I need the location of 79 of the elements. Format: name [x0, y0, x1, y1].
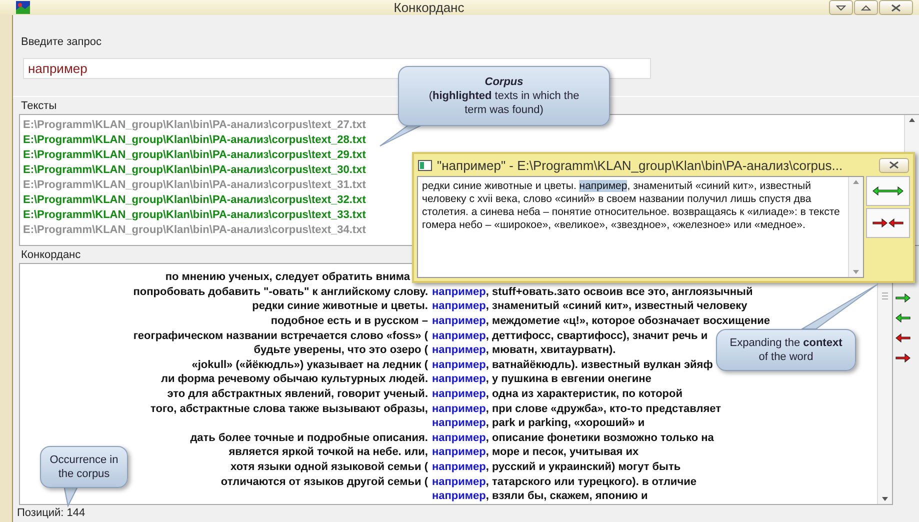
context-left: «jokull» («йёкюдль») указывает на ледник ( — [192, 358, 429, 371]
status-text: Позиций: 144 — [16, 506, 86, 520]
context-right: , ватнайёкюдль). известный вулкан эйяф — [486, 358, 713, 371]
maximize-button[interactable] — [854, 0, 878, 15]
context-right: , мюватн, хвитаурватн). — [486, 344, 616, 356]
context-left: ли форма речевому обычаю культурных людей. — [160, 373, 429, 386]
keyword[interactable]: например — [432, 388, 486, 400]
callout-text: (highlighted texts in which the term was found) — [428, 89, 580, 117]
close-button[interactable] — [879, 158, 909, 172]
keyword[interactable]: например — [432, 315, 486, 328]
keyword[interactable]: например — [432, 490, 486, 502]
arrow-right-icon — [895, 293, 911, 303]
context-right: , stuff+овать.зато освоив все это, англоязычный — [486, 286, 753, 298]
context-left: попробовать добавить "-овать" к английскому слову. — [133, 286, 429, 298]
context-left: географическом названии встречается слово «foss» ( — [133, 330, 429, 342]
context-left: дать более точные и подробные описания. — [190, 432, 429, 444]
minimize-icon — [836, 4, 846, 10]
context-left: редки синие животные и цветы. — [252, 300, 429, 312]
keyword[interactable]: например — [432, 417, 486, 430]
arrow-left-icon — [895, 333, 911, 343]
scrollbar[interactable] — [848, 177, 863, 277]
keyword[interactable]: например — [432, 373, 486, 386]
context-left: того, абстрактные слова также вызывают образы, — [150, 402, 429, 415]
context-right: , море и песок, учитывая их — [486, 446, 639, 458]
keyword[interactable]: например — [432, 300, 486, 312]
maximize-icon — [861, 4, 871, 10]
expand-arrows-icon — [872, 186, 904, 196]
close-button[interactable] — [879, 0, 913, 15]
keyword[interactable]: например — [432, 432, 486, 444]
text-file-item[interactable]: E:\Programm\KLAN_group\Klan\bin\PA-анализ\corpus\text_33.txt — [23, 208, 366, 223]
query-label: Введите запрос — [20, 35, 102, 50]
text-file-item[interactable]: E:\Programm\KLAN_group\Klan\bin\PA-анализ\corpus\text_32.txt — [23, 193, 366, 208]
callout-text: Expanding the context of the word — [728, 336, 844, 364]
close-icon — [889, 161, 899, 169]
context-left: отличаются от языков другой семьи ( — [220, 476, 429, 488]
context-left: является яркой точкой на небе. или, — [228, 446, 429, 458]
keyword[interactable]: например — [432, 476, 486, 488]
text-file-item[interactable]: E:\Programm\KLAN_group\Klan\bin\PA-анализ\corpus\text_28.txt — [23, 133, 366, 148]
keyword[interactable]: например — [432, 446, 486, 458]
text-file-item[interactable]: E:\Programm\KLAN_group\Klan\bin\PA-анализ\corpus\text_29.txt — [23, 148, 366, 163]
context-window-title: "например" - E:\Programm\KLAN_group\Klan\bin\PA-анализ\corpus... — [437, 158, 844, 172]
keyword[interactable]: например — [432, 358, 486, 371]
context-right: , татарского или турецкого). в отличие — [486, 476, 696, 488]
context-left: по мнению ученых, следует обратить внима — [165, 271, 411, 284]
context-left: хотя языки одной языковой семьи ( — [230, 461, 429, 474]
window-title: Конкорданс — [392, 0, 466, 15]
keyword[interactable]: например — [432, 344, 486, 356]
app-icon — [16, 1, 30, 14]
callout-text: Occurrence in the corpus — [49, 453, 119, 481]
texts-label: Тексты — [20, 99, 58, 114]
shrink-arrows-icon — [872, 218, 904, 228]
context-right: , знаменитый «синий кит», известный человеку — [486, 300, 748, 312]
close-icon — [891, 4, 901, 12]
keyword[interactable]: например — [432, 286, 486, 298]
scroll-grip-icon — [880, 290, 890, 302]
context-right: , русский и украинский) могут быть — [486, 461, 681, 474]
keyword[interactable]: например — [432, 402, 486, 415]
shrink-button[interactable] — [866, 208, 910, 238]
context-right: , при слове «дружба», кто-то представляет — [486, 402, 721, 415]
context-right: , описание фонетики возможно только на — [486, 432, 714, 444]
keyword[interactable]: например — [432, 461, 486, 474]
concordance-label: Конкорданс — [20, 248, 82, 263]
keyword[interactable]: например — [432, 330, 486, 342]
context-left: это для абстрактных явлений, говорит ученый. — [167, 388, 429, 400]
context-right: , у пушкина в евгении онегине — [486, 373, 652, 386]
context-right: , взяли бы, скажем, японию и — [486, 490, 648, 502]
context-paragraph: редки синие животные и цветы. например, знаменитый «синий кит», известный человеку с xvii века, слово «синий» в своем названии получил лишь спустя два столетия. а синева неба – понятие относительное. возвращаясь к «илиаде»: в тексте гомера небо – «широкое», «великое», «звездное», «железное» или «медное». — [421, 179, 841, 233]
context-right: , деттифосс, свартифосс), значит речь и — [486, 330, 708, 342]
context-left: будьте уверены, что это озеро ( — [254, 344, 429, 356]
arrow-left-icon — [895, 313, 911, 323]
expand-button[interactable] — [866, 176, 910, 206]
context-right: , междометие «ц!», которое обозначает восхищение — [486, 315, 770, 328]
context-left: подобное есть и в русском – — [270, 315, 429, 328]
text-file-item[interactable]: E:\Programm\KLAN_group\Klan\bin\PA-анализ\corpus\text_30.txt — [23, 163, 366, 178]
window-icon — [418, 160, 432, 170]
minimize-button[interactable] — [829, 0, 853, 15]
context-right: , одна из характеристик, по которой — [486, 388, 682, 400]
context-right: , park и parking, «хороший» и — [486, 417, 645, 430]
arrow-right-icon — [895, 353, 911, 363]
